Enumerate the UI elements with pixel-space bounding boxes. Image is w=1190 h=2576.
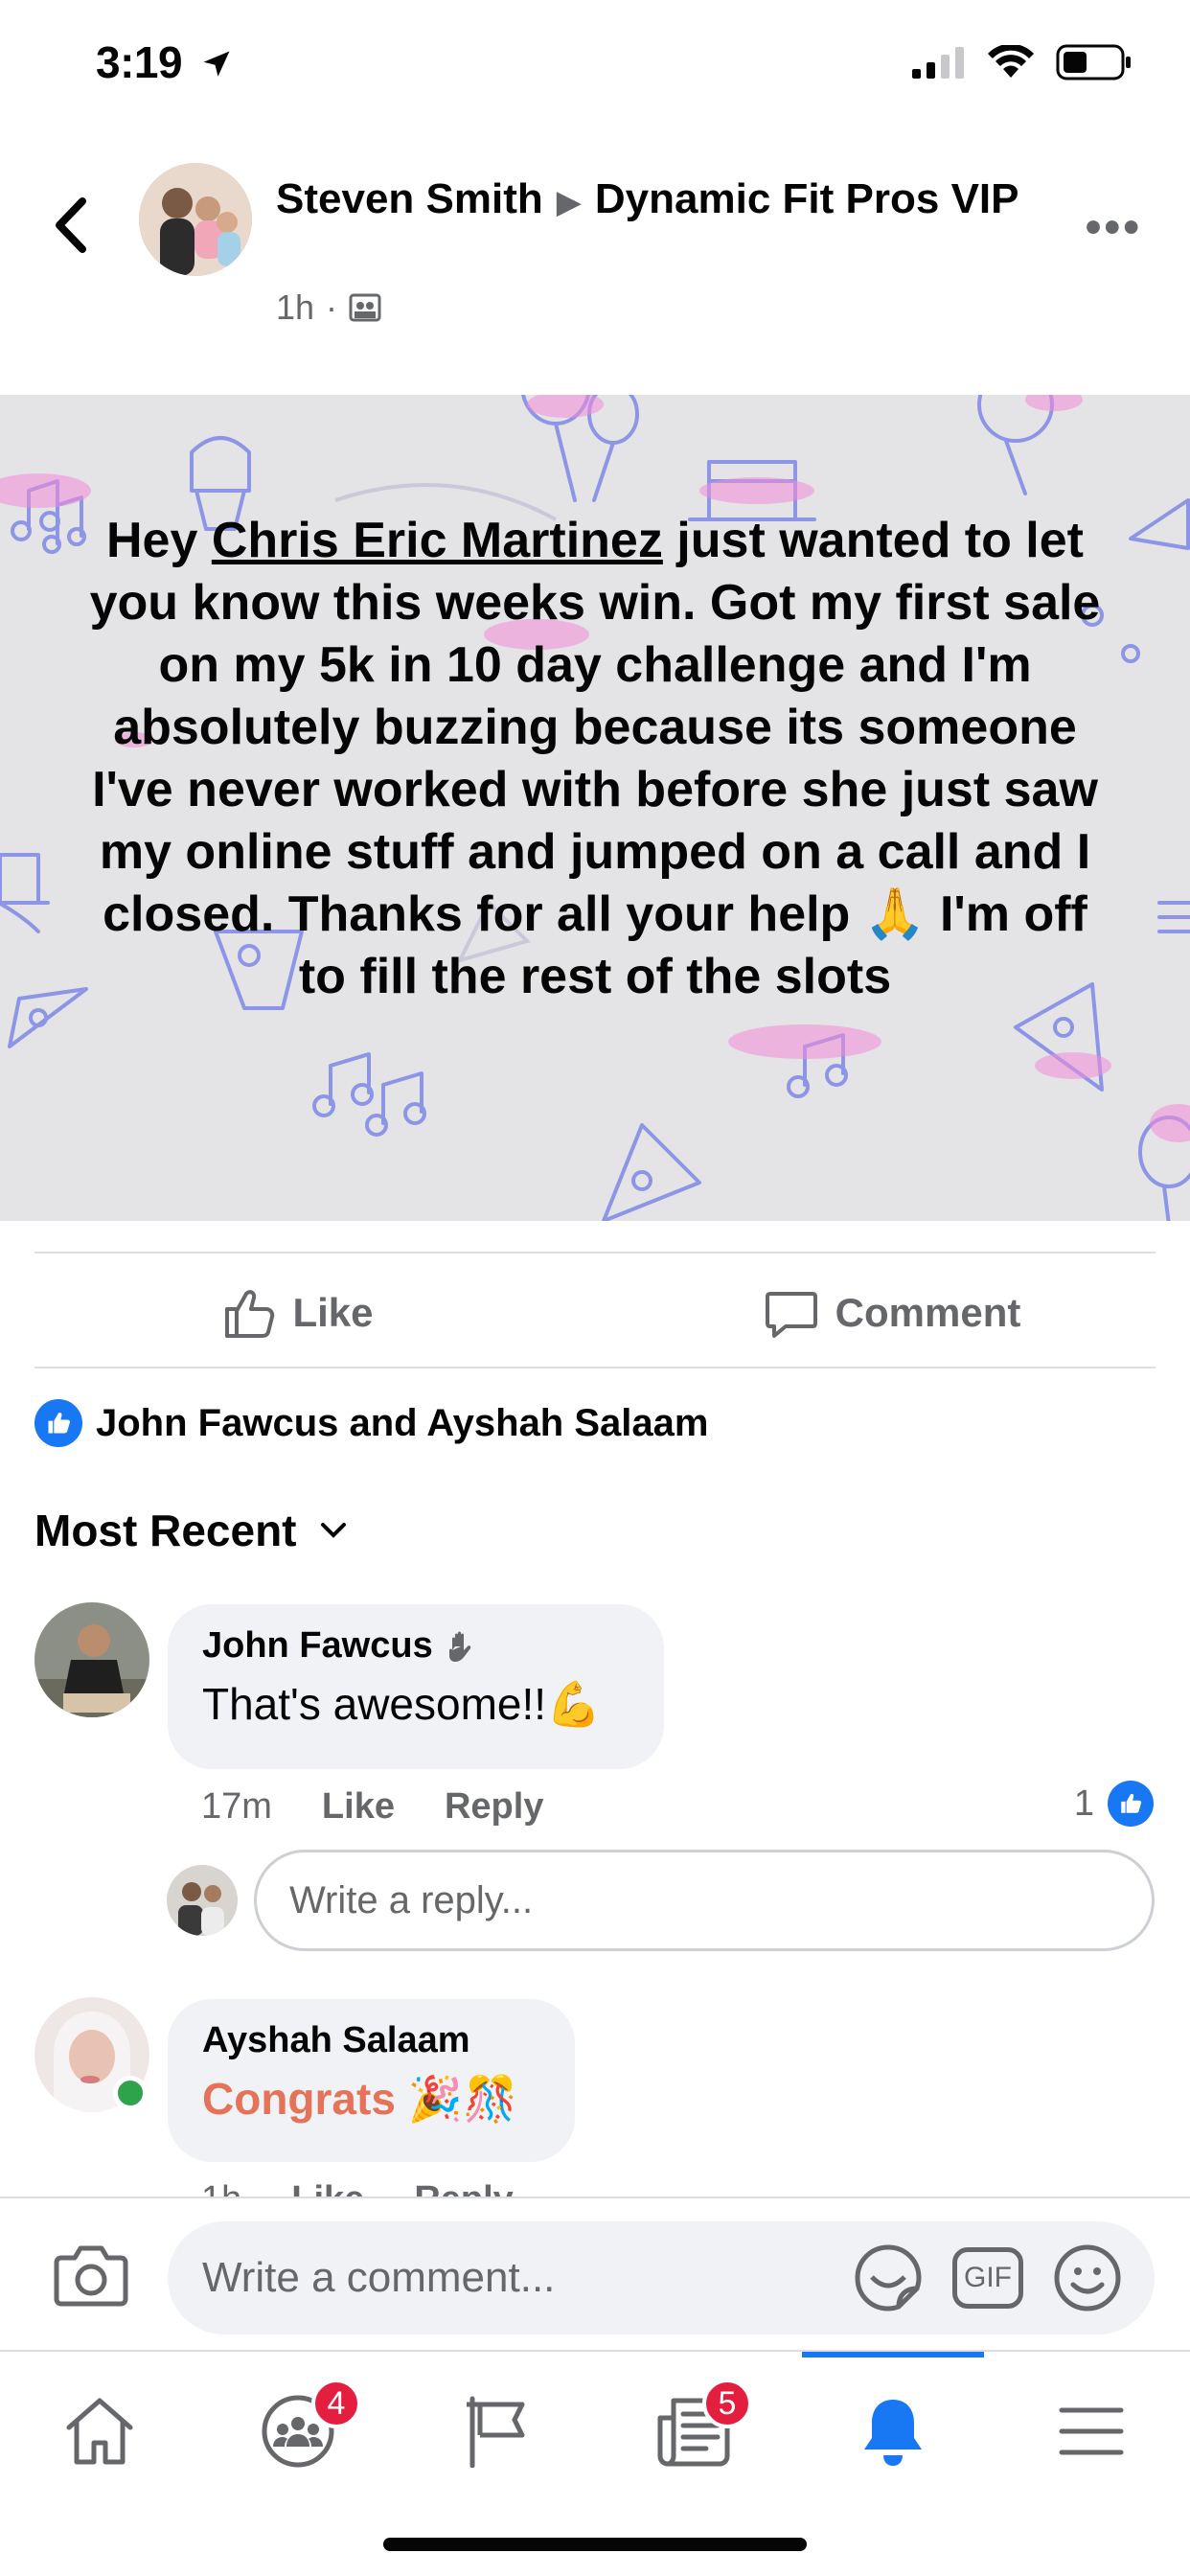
- comment-bubble[interactable]: John Fawcus That's awesome!!💪: [168, 1604, 664, 1769]
- comment-bubble-icon: [765, 1292, 817, 1338]
- comment-like-count[interactable]: 1: [1074, 1781, 1154, 1827]
- emoji-icon[interactable]: [1052, 2242, 1123, 2313]
- reaction-names: John Fawcus and Ayshah Salaam: [96, 1401, 709, 1444]
- comment-composer: Write a comment... GIF: [0, 2196, 1190, 2350]
- comment-text: That's awesome!!💪: [202, 1679, 602, 1729]
- sort-label: Most Recent: [34, 1506, 297, 1555]
- comment-like-button[interactable]: Like: [322, 1786, 395, 1828]
- thumbs-up-icon: [225, 1290, 275, 1338]
- composer-icons: GIF: [853, 2242, 1123, 2313]
- author-avatar[interactable]: [139, 163, 252, 276]
- post-text-start: Hey: [105, 513, 212, 568]
- tab-menu[interactable]: [992, 2369, 1190, 2494]
- reactions-summary[interactable]: John Fawcus and Ayshah Salaam: [34, 1399, 708, 1447]
- bottom-tab-bar: 4 5: [0, 2350, 1190, 2576]
- back-arrow-icon[interactable]: [48, 192, 96, 259]
- post-time[interactable]: 1h: [276, 288, 314, 328]
- news-badge: 5: [702, 2379, 752, 2428]
- status-bar: 3:19: [0, 0, 1190, 125]
- flag-icon: [466, 2396, 524, 2468]
- hamburger-menu-icon: [1059, 2407, 1123, 2455]
- comment-meta: 17m Like Reply: [201, 1786, 543, 1828]
- comment-button[interactable]: Comment: [595, 1255, 1190, 1370]
- cellular-signal-icon: [912, 47, 964, 79]
- divider: [34, 1252, 1156, 1254]
- home-icon: [66, 2398, 132, 2465]
- bell-icon: [863, 2400, 922, 2466]
- camera-icon[interactable]: [54, 2242, 128, 2310]
- status-icons: [912, 44, 1133, 80]
- comment-bubble[interactable]: Ayshah Salaam Congrats 🎉🎊: [168, 1999, 575, 2162]
- comment-reply-button[interactable]: Reply: [445, 1786, 543, 1828]
- divider: [34, 1367, 1156, 1368]
- tab-news[interactable]: 5: [595, 2369, 793, 2494]
- like-count-value: 1: [1073, 1782, 1094, 1824]
- battery-icon: [1056, 44, 1131, 80]
- post-text: Hey Chris Eric Martinez just wanted to l…: [86, 510, 1104, 1008]
- author-name[interactable]: Steven Smith: [276, 175, 543, 222]
- gif-button[interactable]: GIF: [952, 2247, 1023, 2309]
- comment-sort-dropdown[interactable]: Most Recent: [34, 1505, 348, 1556]
- comment-author[interactable]: Ayshah Salaam: [202, 2020, 540, 2061]
- like-reaction-icon: [1108, 1781, 1154, 1827]
- groups-badge: 4: [311, 2379, 361, 2428]
- tab-groups[interactable]: 4: [198, 2369, 397, 2494]
- commenter-avatar[interactable]: [34, 1997, 149, 2112]
- comment-placeholder: Write a comment...: [202, 2254, 556, 2301]
- group-privacy-icon: [349, 293, 381, 322]
- post-body: Hey Chris Eric Martinez just wanted to l…: [0, 395, 1190, 1221]
- post-author-line: Steven Smith ▶ Dynamic Fit Pros VIP: [276, 171, 1023, 231]
- post-meta: 1h ·: [276, 288, 381, 328]
- arrow-right-icon: ▶: [556, 184, 582, 220]
- online-status-icon: [113, 2076, 148, 2110]
- comment-time[interactable]: 17m: [201, 1786, 272, 1828]
- sticker-icon[interactable]: [853, 2242, 924, 2313]
- like-label: Like: [292, 1290, 374, 1335]
- like-reaction-icon: [34, 1399, 82, 1447]
- commenter-avatar[interactable]: [34, 1602, 149, 1717]
- post-text-rest: just wanted to let you know this weeks w…: [89, 513, 1101, 1004]
- reply-placeholder: Write a reply...: [289, 1878, 534, 1921]
- comment-label: Comment: [835, 1290, 1021, 1335]
- comment-text: Congrats 🎉🎊: [202, 2074, 518, 2124]
- tab-home[interactable]: [0, 2369, 198, 2494]
- tab-pages[interactable]: [397, 2369, 595, 2494]
- mention-link[interactable]: Chris Eric Martinez: [212, 513, 663, 568]
- like-button[interactable]: Like: [0, 1255, 595, 1370]
- comment-author[interactable]: John Fawcus: [202, 1625, 629, 1667]
- group-name[interactable]: Dynamic Fit Pros VIP: [595, 175, 1019, 222]
- reply-input[interactable]: Write a reply...: [254, 1850, 1155, 1951]
- post-header: Steven Smith ▶ Dynamic Fit Pros VIP 1h · •…: [0, 153, 1190, 364]
- status-time: 3:19: [96, 36, 234, 88]
- tab-notifications[interactable]: [793, 2369, 992, 2494]
- meta-dot: ·: [326, 288, 338, 327]
- current-user-avatar: [167, 1865, 238, 1936]
- wifi-icon: [988, 45, 1034, 78]
- waving-hand-icon: [448, 1631, 470, 1662]
- chevron-down-icon: [321, 1523, 347, 1538]
- post-actions: Like Comment: [0, 1255, 1190, 1370]
- active-tab-indicator: [802, 2352, 984, 2358]
- location-arrow-icon: [203, 51, 230, 77]
- more-options-icon[interactable]: •••: [1086, 201, 1142, 254]
- gif-label: GIF: [964, 2262, 1012, 2293]
- home-indicator[interactable]: [383, 2538, 807, 2551]
